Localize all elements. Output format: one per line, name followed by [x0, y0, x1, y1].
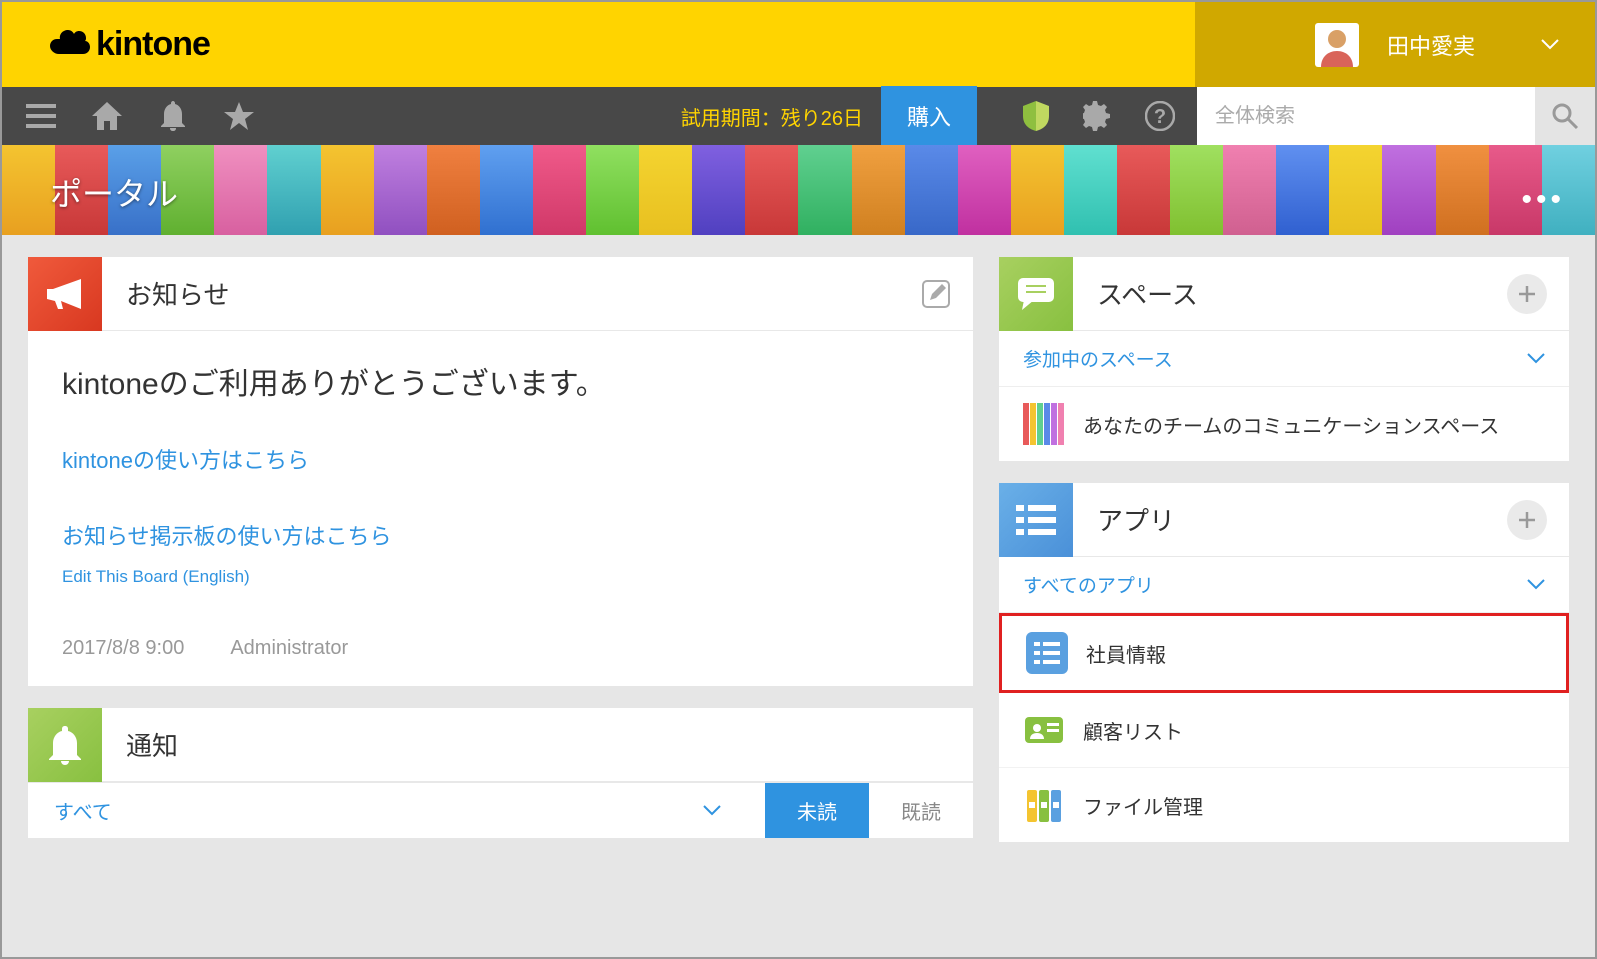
svg-text:?: ?	[1154, 106, 1166, 128]
search-button[interactable]	[1535, 87, 1595, 145]
portal-title: ポータル	[2, 145, 1595, 215]
app-item-label: 顧客リスト	[1083, 716, 1183, 745]
apps-title: アプリ	[1073, 501, 1175, 538]
space-item[interactable]: あなたのチームのコミュニケーションスペース	[999, 387, 1569, 461]
bell-icon[interactable]	[156, 99, 190, 133]
announce-meta: 2017/8/8 9:00 Administrator	[28, 611, 973, 686]
chevron-down-icon	[1527, 579, 1545, 591]
star-icon[interactable]	[222, 99, 256, 133]
tab-unread[interactable]: 未読	[765, 783, 869, 838]
global-search	[1197, 87, 1595, 145]
edit-icon[interactable]	[921, 279, 951, 309]
user-menu[interactable]: 田中愛実	[1195, 2, 1595, 87]
all-apps-dropdown[interactable]: すべてのアプリ	[999, 557, 1569, 613]
trial-period-text: 試用期間：残り26日	[681, 102, 863, 131]
shield-icon[interactable]	[1019, 99, 1053, 133]
app-item-label: 社員情報	[1086, 639, 1166, 668]
banner-options-icon[interactable]: •••	[1521, 183, 1565, 217]
top-header: kintone 田中愛実	[2, 2, 1595, 87]
user-avatar	[1315, 23, 1359, 67]
announcements-title: お知らせ	[102, 275, 229, 312]
spaces-title: スペース	[1073, 275, 1198, 312]
notifications-title: 通知	[102, 726, 178, 763]
board-usage-link[interactable]: お知らせ掲示板の使い方はこちら	[62, 519, 939, 551]
product-logo[interactable]: kintone	[50, 25, 210, 64]
usage-link[interactable]: kintoneの使い方はこちら	[62, 443, 939, 475]
separator-line: ----------------------------------------…	[62, 491, 939, 513]
announce-date: 2017/8/8 9:00	[62, 637, 184, 660]
joined-spaces-label: 参加中のスペース	[1023, 345, 1173, 372]
list-icon	[999, 483, 1073, 557]
tab-all-label: すべて	[54, 796, 112, 825]
product-name: kintone	[96, 25, 210, 64]
notification-bell-icon	[28, 708, 102, 782]
app-item-employee-info[interactable]: 社員情報	[999, 613, 1569, 693]
id-card-icon	[1023, 709, 1065, 751]
tab-read[interactable]: 既読	[869, 783, 973, 838]
notifications-panel: 通知 すべて 未読 既読	[28, 708, 973, 838]
chevron-down-icon	[1527, 353, 1545, 365]
joined-spaces-dropdown[interactable]: 参加中のスペース	[999, 331, 1569, 387]
add-app-button[interactable]	[1507, 500, 1547, 540]
user-name: 田中愛実	[1387, 29, 1475, 61]
left-column: お知らせ kintoneのご利用ありがとうございます。 kintoneの使い方は…	[28, 257, 973, 842]
chevron-down-icon	[1541, 39, 1559, 51]
edit-board-english-link[interactable]: Edit This Board (English)	[62, 567, 250, 586]
search-input[interactable]	[1197, 87, 1535, 145]
app-item-file-management[interactable]: ファイル管理	[999, 768, 1569, 842]
all-apps-label: すべてのアプリ	[1023, 571, 1154, 598]
binders-icon	[1023, 784, 1065, 826]
spaces-panel: スペース 参加中のスペース あなたのチームのコミュニケーションスペース	[999, 257, 1569, 461]
announcements-panel: お知らせ kintoneのご利用ありがとうございます。 kintoneの使い方は…	[28, 257, 973, 686]
portal-banner: ポータル •••	[2, 145, 1595, 235]
chevron-down-icon	[703, 805, 721, 817]
speech-bubble-icon	[999, 257, 1073, 331]
home-icon[interactable]	[90, 99, 124, 133]
global-toolbar: 試用期間：残り26日 購入 ?	[2, 87, 1595, 145]
megaphone-icon	[28, 257, 102, 331]
app-item-customer-list[interactable]: 顧客リスト	[999, 693, 1569, 768]
gear-icon[interactable]	[1081, 99, 1115, 133]
menu-icon[interactable]	[24, 99, 58, 133]
app-item-label: ファイル管理	[1083, 791, 1203, 820]
buy-button[interactable]: 購入	[881, 86, 977, 146]
space-item-label: あなたのチームのコミュニケーションスペース	[1083, 410, 1499, 439]
help-icon[interactable]: ?	[1143, 99, 1177, 133]
content-area: お知らせ kintoneのご利用ありがとうございます。 kintoneの使い方は…	[2, 235, 1595, 864]
add-space-button[interactable]	[1507, 274, 1547, 314]
app-list-icon	[1026, 632, 1068, 674]
announce-heading: kintoneのご利用ありがとうございます。	[62, 359, 939, 403]
tab-all-dropdown[interactable]: すべて	[28, 796, 765, 825]
apps-panel: アプリ すべてのアプリ 社員情報 顧客リスト	[999, 483, 1569, 842]
announce-author: Administrator	[230, 637, 348, 660]
kintone-cloud-icon	[50, 27, 90, 63]
right-column: スペース 参加中のスペース あなたのチームのコミュニケーションスペース	[999, 257, 1569, 842]
pencils-icon	[1023, 403, 1065, 445]
